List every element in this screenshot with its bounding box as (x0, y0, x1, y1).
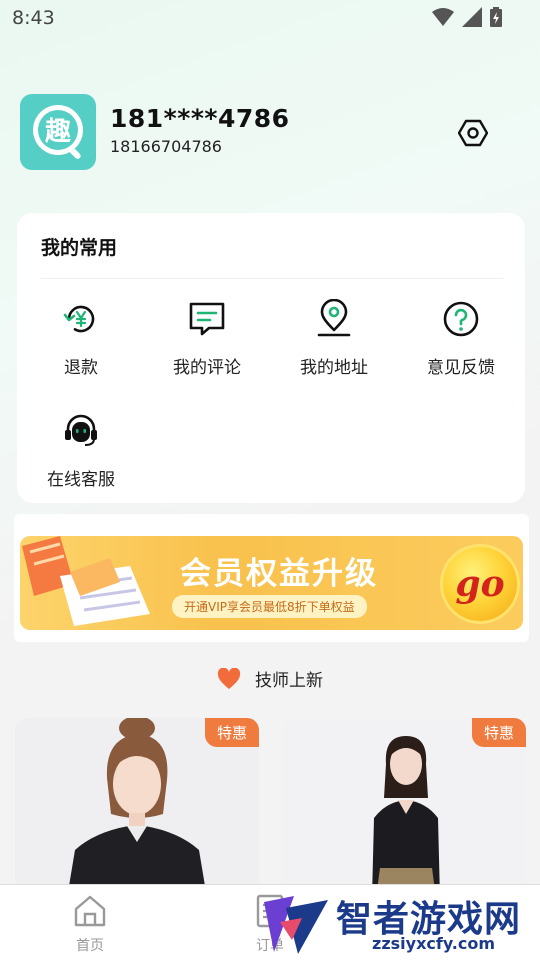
my-address-label: 我的地址 (300, 358, 368, 378)
status-time: 8:43 (12, 7, 55, 29)
settings-button[interactable] (456, 116, 490, 150)
tab-home[interactable]: 首页 (50, 893, 130, 955)
user-phone: 18166704786 (110, 137, 222, 156)
user-display-name: 181****4786 (110, 104, 290, 133)
divider (41, 278, 503, 279)
online-service-item[interactable]: 在线客服 (21, 411, 141, 490)
refund-label: 退款 (64, 358, 98, 378)
go-coin-button[interactable]: go (440, 544, 520, 624)
avatar-glyph: 趣 (44, 117, 71, 147)
technician-card[interactable]: 特惠 (15, 718, 259, 898)
special-offer-badge: 特惠 (204, 718, 259, 747)
vip-banner[interactable]: 会员权益升级 开通VIP享会员最低8折下单权益 go (14, 514, 529, 642)
online-service-label: 在线客服 (47, 470, 115, 490)
settings-hexagon-icon (458, 119, 488, 147)
wifi-icon (432, 8, 454, 26)
refund-yen-icon (63, 305, 95, 333)
app-logo-icon: 趣 (33, 105, 83, 159)
coupon-illustration (22, 536, 150, 626)
status-icons (432, 7, 502, 27)
technician-card[interactable]: 特惠 (282, 718, 526, 898)
feedback-label: 意见反馈 (427, 358, 495, 378)
my-comments-item[interactable]: 我的评论 (147, 299, 267, 378)
section-header: 技师上新 (0, 666, 540, 691)
special-offer-badge: 特惠 (471, 718, 526, 747)
my-address-item[interactable]: 我的地址 (274, 298, 394, 378)
watermark-logo-icon (264, 896, 328, 954)
status-bar: 8:43 (0, 0, 540, 36)
battery-icon (490, 7, 502, 27)
section-title: 技师上新 (255, 671, 323, 691)
home-icon (74, 895, 106, 927)
refund-item[interactable]: 退款 (21, 299, 141, 378)
site-watermark: 智者游戏网 zzsiyxcfy.com (256, 890, 540, 960)
tab-home-label: 首页 (76, 938, 104, 954)
profile-header: 趣 181****4786 18166704786 (20, 94, 520, 174)
common-functions-card: 我的常用 退款 我的评论 我的地址 意见反馈 在线客服 (17, 213, 525, 503)
location-pin-icon (317, 298, 351, 337)
avatar[interactable]: 趣 (20, 94, 96, 170)
heart-icon (217, 667, 241, 689)
card-title: 我的常用 (41, 237, 118, 259)
question-icon (443, 301, 479, 337)
my-comments-label: 我的评论 (173, 358, 241, 378)
banner-title: 会员权益升级 (180, 556, 378, 592)
comment-icon (189, 302, 225, 336)
banner-background: 会员权益升级 开通VIP享会员最低8折下单权益 go (20, 536, 523, 630)
signal-icon (462, 7, 482, 27)
go-label: go (455, 563, 505, 605)
feedback-item[interactable]: 意见反馈 (401, 299, 521, 378)
banner-subtitle: 开通VIP享会员最低8折下单权益 (172, 595, 367, 618)
watermark-url: zzsiyxcfy.com (372, 934, 496, 953)
headset-icon (65, 414, 97, 446)
